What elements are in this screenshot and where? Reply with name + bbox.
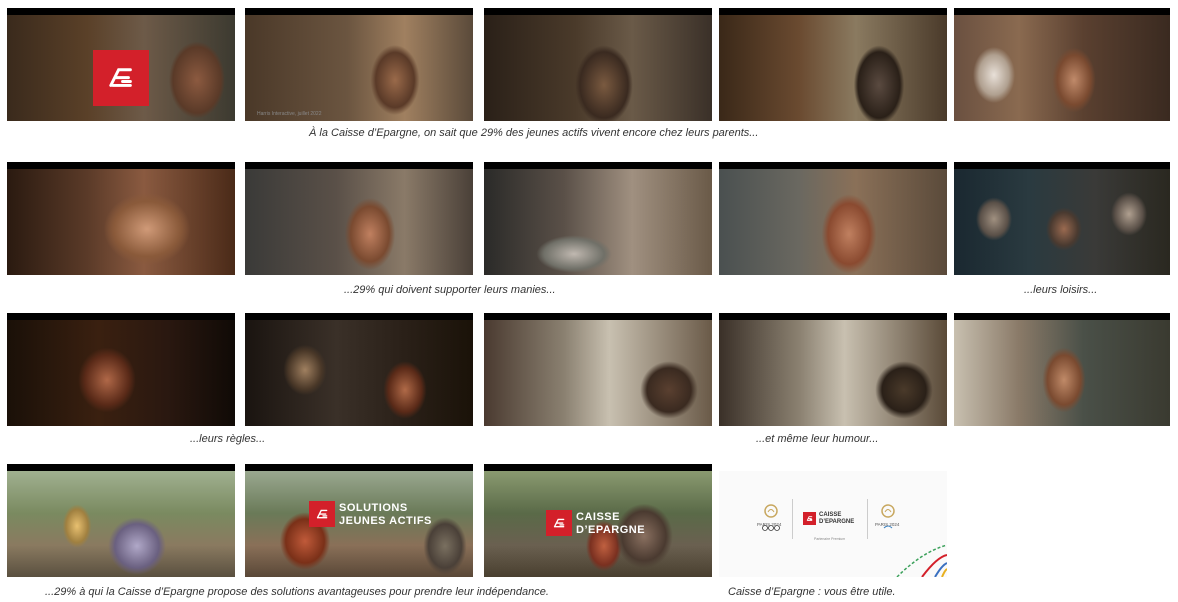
disclaimer-text: Harris Interactive, juillet 2022 [257,111,322,117]
frame-r2-3 [484,162,712,275]
frame-r3-4 [719,313,947,426]
caption-row1: À la Caisse d’Epargne, on sait que 29% d… [309,127,759,139]
paris-2024-olympic-logo [759,503,783,533]
squirrel-logo-icon [546,510,572,536]
caption-row2b: ...leurs loisirs... [1024,284,1098,296]
frame-r2-2 [245,162,473,275]
frame-r3-2 [245,313,473,426]
decorative-swoosh [887,537,947,577]
squirrel-logo-icon [93,50,149,106]
endcard-brand-line1: CAISSE [819,512,842,518]
frame-r2-5 [954,162,1170,275]
divider-left [792,499,793,539]
caption-row4b: Caisse d’Epargne : vous être utile. [728,586,896,598]
frame-r3-1 [7,313,235,426]
paris-2024-label-right: PARIS 2024 [875,522,900,527]
brand-title-line1: CAISSE [576,511,620,523]
endcard-subtext: Partenaire Premium [814,537,846,541]
frame-r3-5 [954,313,1170,426]
caption-row3a: ...leurs règles... [190,433,266,445]
frame-r1-3 [484,8,712,121]
frame-r1-5 [954,8,1170,121]
frame-r1-2: Harris Interactive, juillet 2022 [245,8,473,121]
solutions-title-line2: JEUNES ACTIFS [339,515,432,527]
paris-2024-paralympic-logo [876,503,900,533]
solutions-title-line1: SOLUTIONS [339,502,408,514]
frame-r1-4 [719,8,947,121]
squirrel-logo-icon [803,512,816,525]
frame-r1-1 [7,8,235,121]
brand-title-line2: D’EPARGNE [576,524,646,536]
caption-row3b: ...et même leur humour... [756,433,879,445]
endcard-brand-line2: D’EPARGNE [819,519,855,525]
frame-r4-2: SOLUTIONS JEUNES ACTIFS [245,464,473,577]
frame-r4-4-endcard: PARIS 2024 CAISSE D’EPARGNE PARIS 2024 P… [719,471,947,577]
frame-r2-4 [719,162,947,275]
divider-right [867,499,868,539]
frame-r3-3 [484,313,712,426]
frame-r4-3: CAISSE D’EPARGNE [484,464,712,577]
squirrel-logo-icon [309,501,335,527]
paris-2024-label-left: PARIS 2024 [757,522,782,527]
frame-r4-1 [7,464,235,577]
caption-row2a: ...29% qui doivent supporter leurs manie… [344,284,556,296]
frame-r2-1 [7,162,235,275]
caption-row4a: ...29% à qui la Caisse d’Epargne propose… [45,586,549,598]
